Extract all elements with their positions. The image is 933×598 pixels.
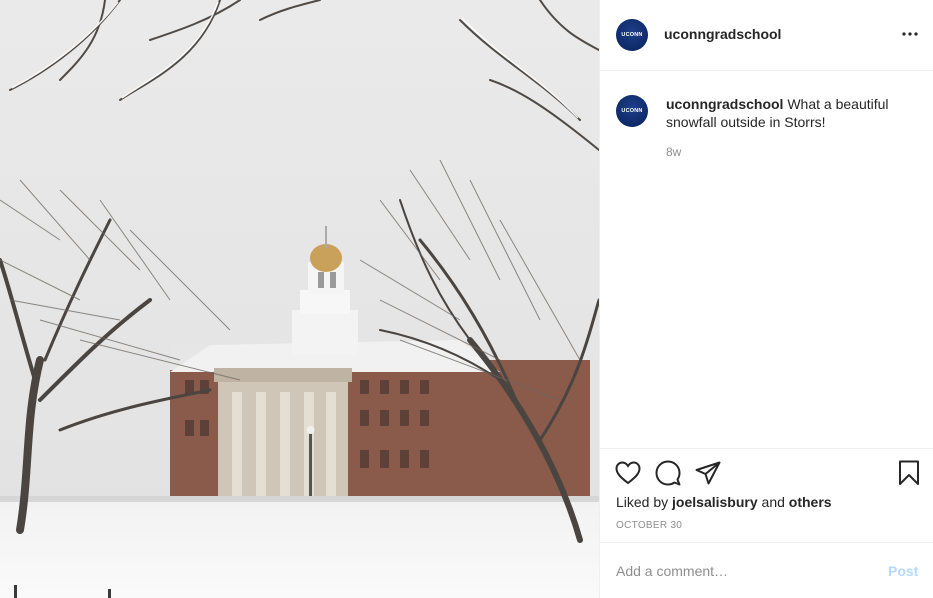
post-photo[interactable] — [0, 0, 599, 598]
share-icon[interactable] — [694, 459, 722, 487]
post-header: UCONN uconngradschool — [600, 0, 933, 71]
avatar[interactable]: UCONN — [616, 19, 648, 51]
post-actions: Liked by joelsalisbury and others OCTOBE… — [600, 448, 933, 542]
snowy-campus-photo — [0, 0, 599, 598]
post-details-panel: UCONN uconngradschool UCONN uconngradsch… — [599, 0, 933, 598]
header-username[interactable]: uconngradschool — [664, 26, 781, 42]
more-options-icon[interactable] — [898, 22, 922, 46]
comment-input[interactable] — [616, 557, 866, 585]
liker-username[interactable]: joelsalisbury — [672, 494, 758, 510]
heart-icon[interactable] — [614, 459, 642, 487]
caption-username[interactable]: uconngradschool — [666, 96, 783, 112]
likes-others-link[interactable]: others — [789, 494, 832, 510]
post-date[interactable]: OCTOBER 30 — [616, 520, 682, 531]
post-caption: uconngradschool What a beautiful snowfal… — [666, 95, 916, 131]
likes-conjunction: and — [761, 494, 785, 510]
bookmark-icon[interactable] — [895, 459, 923, 487]
likes-summary: Liked by joelsalisbury and others — [616, 494, 832, 510]
comment-icon[interactable] — [654, 459, 682, 487]
avatar-logo-text: UCONN — [621, 32, 643, 38]
likes-prefix: Liked by — [616, 494, 669, 510]
caption-avatar[interactable]: UCONN — [616, 95, 648, 127]
post-comment-button[interactable]: Post — [888, 563, 918, 579]
comment-bar: Post — [600, 542, 933, 598]
caption-timestamp[interactable]: 8w — [666, 145, 681, 159]
avatar-logo-text: UCONN — [621, 108, 643, 114]
